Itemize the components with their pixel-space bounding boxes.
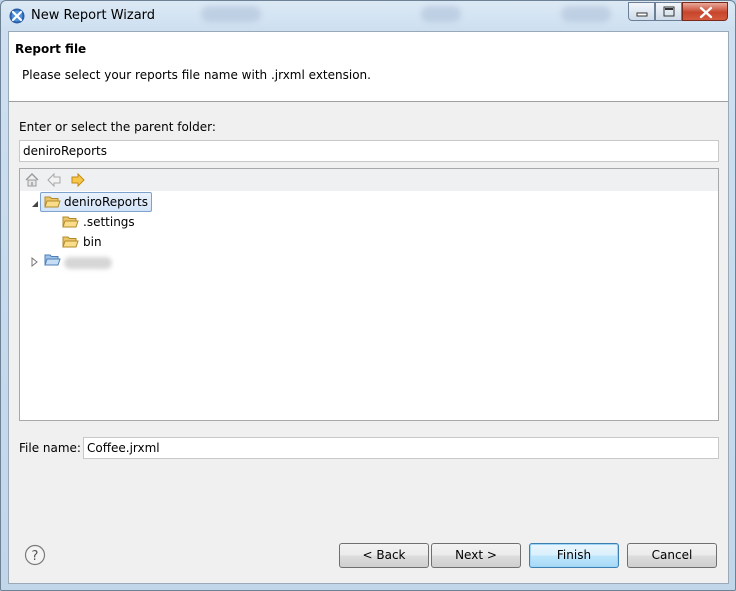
close-button[interactable] — [682, 2, 728, 21]
back-button[interactable]: < Back — [339, 543, 429, 568]
help-icon[interactable]: ? — [24, 544, 46, 566]
tree-item-bin[interactable]: bin — [83, 232, 102, 252]
next-button[interactable]: Next > — [431, 543, 521, 568]
home-icon[interactable] — [24, 172, 40, 188]
file-name-label: File name: — [19, 441, 81, 455]
tree-toolbar — [20, 169, 718, 191]
svg-text:?: ? — [32, 549, 39, 564]
blurred-title-area — [561, 6, 611, 22]
maximize-icon — [663, 6, 675, 17]
tree-item-deniroreports[interactable]: deniroReports — [64, 192, 148, 212]
expand-triangle-icon[interactable] — [30, 257, 40, 267]
page-title: Report file — [15, 42, 87, 56]
maximize-button[interactable] — [655, 2, 682, 21]
wizard-content: Report file Please select your reports f… — [8, 31, 729, 584]
window-title: New Report Wizard — [31, 8, 156, 23]
collapse-triangle-icon[interactable] — [30, 199, 40, 209]
parent-folder-input[interactable]: deniroReports — [19, 140, 719, 162]
page-description: Please select your reports file name wit… — [22, 68, 371, 82]
blurred-title-area — [421, 6, 461, 22]
folder-icon — [62, 216, 79, 228]
wizard-header: Report file Please select your reports f… — [9, 32, 728, 102]
parent-folder-label: Enter or select the parent folder: — [19, 120, 216, 134]
folder-tree[interactable]: deniroReports .settings bin — [19, 168, 719, 421]
wizard-window: New Report Wizard Report file Please sel… — [0, 0, 736, 591]
minimize-icon — [636, 12, 648, 17]
back-arrow-icon[interactable] — [46, 172, 62, 188]
open-folder-icon — [44, 254, 61, 266]
finish-button[interactable]: Finish — [529, 543, 619, 568]
tree-item-settings[interactable]: .settings — [83, 212, 135, 232]
folder-icon — [62, 236, 79, 248]
tree-item-obscured[interactable] — [64, 257, 112, 269]
minimize-button[interactable] — [628, 2, 655, 21]
file-name-input[interactable]: Coffee.jrxml — [83, 437, 719, 459]
forward-arrow-icon[interactable] — [70, 172, 86, 188]
open-folder-icon — [44, 196, 61, 208]
close-icon — [699, 6, 713, 19]
eclipse-app-icon — [9, 8, 25, 24]
cancel-button[interactable]: Cancel — [627, 543, 717, 568]
blurred-title-area — [201, 6, 261, 22]
title-bar[interactable]: New Report Wizard — [1, 1, 735, 31]
